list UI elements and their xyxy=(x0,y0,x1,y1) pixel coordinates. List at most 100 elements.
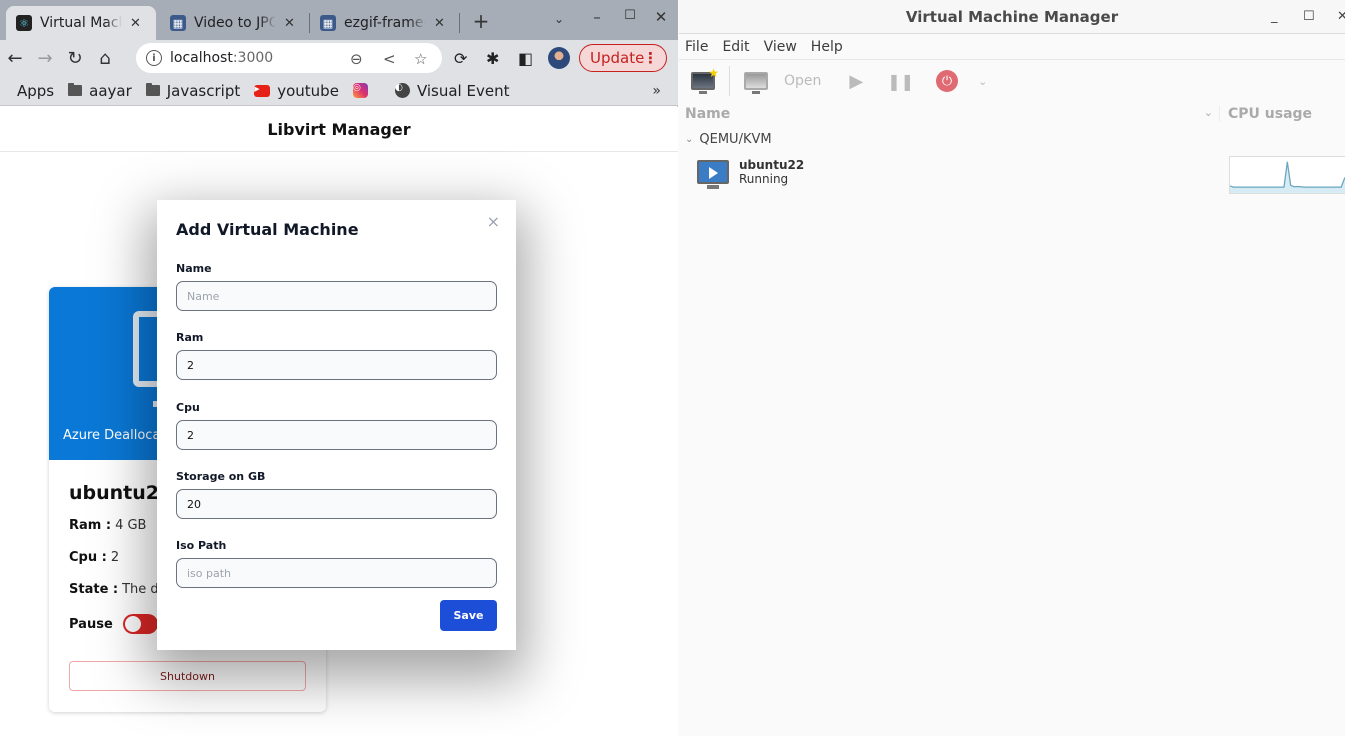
power-menu-chevron-icon[interactable]: ⌄ xyxy=(978,75,987,88)
cpu-input[interactable] xyxy=(176,420,497,450)
bookmark-youtube[interactable]: ▶ youtube xyxy=(254,82,339,100)
tab-label: Virtual Machine Manager xyxy=(40,15,122,31)
pause-label: Pause xyxy=(69,616,113,632)
name-label: Name xyxy=(176,262,212,275)
gif-icon: ▦ xyxy=(170,15,186,31)
folder-icon xyxy=(145,83,160,96)
close-tab-icon[interactable]: ✕ xyxy=(130,16,141,31)
bookmark-apps[interactable]: Apps xyxy=(10,82,54,100)
add-vm-modal: Add Virtual Machine × Name Ram Cpu Stora… xyxy=(157,200,516,650)
star-icon: ★ xyxy=(708,66,719,80)
profile-avatar[interactable] xyxy=(548,47,570,69)
tab-ezgif-frame[interactable]: ▦ ezgif-frame-0 ✕ xyxy=(310,6,456,40)
chevron-down-icon[interactable]: ⌄ xyxy=(685,134,693,145)
cpu-usage-graph xyxy=(1229,156,1345,194)
bookmark-star-icon[interactable]: ☆ xyxy=(414,50,427,68)
globe-icon: ◐ xyxy=(394,83,410,98)
iso-path-label: Iso Path xyxy=(176,539,227,552)
site-info-icon[interactable]: i xyxy=(146,50,162,66)
tab-video-to-jpg[interactable]: ▦ Video to JPG ✕ xyxy=(160,6,306,40)
bookmark-javascript[interactable]: Javascript xyxy=(145,81,241,100)
bookmark-label: Visual Event xyxy=(416,81,510,100)
vm-item-name: ubuntu22 xyxy=(739,158,805,172)
web-page: Libvirt Manager Azure Deallocate ubuntu2… xyxy=(0,107,678,736)
run-icon[interactable]: ▶ xyxy=(849,71,863,92)
update-label: Update xyxy=(590,49,645,67)
bookmark-aayar[interactable]: aayar xyxy=(68,82,132,100)
cpu-label: Cpu xyxy=(176,401,200,414)
column-name[interactable]: Name ⌄ xyxy=(679,106,1219,122)
open-button[interactable]: Open xyxy=(744,72,822,94)
ram-label: Ram : xyxy=(69,518,112,533)
minimize-icon[interactable]: _ xyxy=(1271,9,1278,24)
tab-virtual-machine[interactable]: ⚛ Virtual Machine Manager ✕ xyxy=(6,6,156,40)
more-menu-icon[interactable]: ⋮ xyxy=(643,49,658,67)
column-cpu-usage[interactable]: CPU usage xyxy=(1219,106,1312,122)
extensions-puzzle-icon[interactable]: ✱ xyxy=(486,49,499,68)
update-button[interactable]: Update ⋮ xyxy=(579,44,667,72)
toggle-knob xyxy=(124,616,141,632)
menu-view[interactable]: View xyxy=(764,39,797,55)
share-icon[interactable]: < xyxy=(383,50,396,68)
url-host: localhost xyxy=(170,50,233,66)
bookmark-instagram[interactable]: ◎ xyxy=(352,83,375,98)
instagram-icon: ◎ xyxy=(352,83,368,98)
tab-label: Video to JPG xyxy=(194,15,276,31)
bookmark-label: Apps xyxy=(17,81,55,100)
close-tab-icon[interactable]: ✕ xyxy=(434,16,445,31)
reload-icon[interactable]: ↻ xyxy=(60,48,90,69)
page-title: Libvirt Manager xyxy=(0,107,678,152)
forward-icon[interactable]: → xyxy=(30,48,60,69)
maximize-icon[interactable]: ☐ xyxy=(619,8,641,23)
shutdown-button[interactable]: Shutdown xyxy=(69,661,306,691)
address-bar[interactable]: i localhost:3000 xyxy=(136,43,442,73)
vm-item-status: Running xyxy=(739,172,789,186)
pause-icon[interactable]: ❚❚ xyxy=(887,72,914,91)
vmm-menubar: File Edit View Help xyxy=(679,34,1345,60)
close-window-icon[interactable]: ✕ xyxy=(1337,9,1345,24)
new-vm-button[interactable]: ★ xyxy=(691,66,719,94)
bookmark-label: Javascript xyxy=(166,81,241,100)
tab-search-chevron-icon[interactable]: ⌄ xyxy=(548,12,570,26)
name-field: Name xyxy=(176,262,497,311)
toolbar-separator xyxy=(729,66,730,96)
menu-file[interactable]: File xyxy=(685,39,708,55)
name-input[interactable] xyxy=(176,281,497,311)
ram-value: 4 GB xyxy=(115,518,147,533)
close-icon[interactable]: × xyxy=(487,212,500,231)
side-panel-icon[interactable]: ◧ xyxy=(518,49,533,68)
tab-strip: ⚛ Virtual Machine Manager ✕ ▦ Video to J… xyxy=(0,0,678,40)
tab-label: ezgif-frame-0 xyxy=(344,15,426,31)
maximize-icon[interactable]: ☐ xyxy=(1303,9,1315,24)
zoom-out-icon[interactable]: ⊖ xyxy=(350,50,363,68)
monitor-icon xyxy=(744,72,768,94)
close-tab-icon[interactable]: ✕ xyxy=(284,16,295,31)
open-label: Open xyxy=(784,73,822,89)
bookmarks-bar: Apps aayar Javascript ▶ youtube ◎ ◐ Visu… xyxy=(0,76,678,106)
sync-extension-icon[interactable]: ⟳ xyxy=(454,49,467,68)
bookmarks-overflow-button[interactable]: » xyxy=(652,83,661,99)
new-tab-button[interactable]: + xyxy=(470,9,492,33)
home-icon[interactable]: ⌂ xyxy=(90,48,120,69)
gif-icon: ▦ xyxy=(320,15,336,31)
menu-help[interactable]: Help xyxy=(811,39,843,55)
close-window-icon[interactable]: ✕ xyxy=(650,8,672,26)
ram-input[interactable] xyxy=(176,350,497,380)
column-header: Name ⌄ CPU usage xyxy=(679,101,1345,127)
save-button[interactable]: Save xyxy=(440,600,497,631)
ram-field: Ram xyxy=(176,331,497,380)
pause-toggle[interactable] xyxy=(122,614,158,634)
back-icon[interactable]: ← xyxy=(0,48,30,69)
group-qemu-kvm[interactable]: ⌄ QEMU/KVM xyxy=(679,127,1345,151)
sort-chevron-icon[interactable]: ⌄ xyxy=(1204,106,1213,119)
menu-edit[interactable]: Edit xyxy=(722,39,749,55)
iso-path-input[interactable] xyxy=(176,558,497,588)
bookmark-visual-event[interactable]: ◐ Visual Event xyxy=(394,81,510,100)
power-icon[interactable]: ⏻ xyxy=(936,70,959,92)
browser-window: ⚛ Virtual Machine Manager ✕ ▦ Video to J… xyxy=(0,0,678,736)
bookmark-label: aayar xyxy=(89,81,132,100)
minimize-icon[interactable]: – xyxy=(586,8,608,26)
folder-icon xyxy=(68,83,83,96)
storage-input[interactable] xyxy=(176,489,497,519)
youtube-icon: ▶ xyxy=(254,84,271,97)
